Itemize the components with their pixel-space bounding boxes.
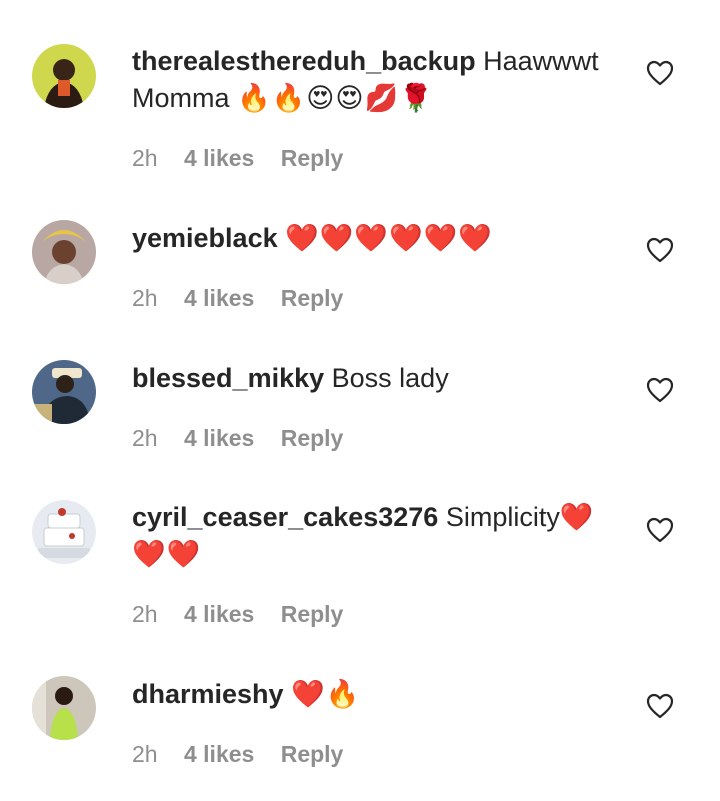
comment-message: Simplicity: [445, 502, 560, 532]
comment-meta: 2h 4 likes Reply: [132, 285, 363, 312]
avatar[interactable]: [32, 500, 96, 564]
comment-message: Boss lady: [331, 363, 449, 393]
comment-meta: 2h 4 likes Reply: [132, 741, 363, 768]
comment-likes[interactable]: 4 likes: [184, 145, 254, 171]
comment-meta: 2h 4 likes Reply: [132, 601, 363, 628]
avatar-image: [32, 676, 96, 740]
comment-text: yemieblack ❤️❤️❤️❤️❤️❤️: [132, 220, 612, 257]
avatar[interactable]: [32, 676, 96, 740]
comment-likes[interactable]: 4 likes: [184, 285, 254, 311]
avatar-image: [32, 44, 96, 108]
comment-meta: 2h 4 likes Reply: [132, 425, 363, 452]
avatar[interactable]: [32, 220, 96, 284]
avatar-image: [32, 500, 96, 564]
comment-time: 2h: [132, 285, 158, 311]
comment-username[interactable]: dharmieshy: [132, 679, 284, 709]
comment-time: 2h: [132, 145, 158, 171]
comment-emojis: ❤️❤️❤️❤️❤️❤️: [285, 223, 493, 254]
comment-text: therealesthereduh_backup Haawwwt Momma 🔥…: [132, 43, 612, 117]
avatar[interactable]: [32, 44, 96, 108]
comment-time: 2h: [132, 425, 158, 451]
heart-outline-icon[interactable]: [646, 517, 674, 543]
comment-emojis: 🔥🔥😍😍💋🌹: [237, 83, 434, 114]
heart-outline-icon[interactable]: [646, 60, 674, 86]
comment-time: 2h: [132, 741, 158, 767]
reply-button[interactable]: Reply: [281, 601, 344, 627]
comment-username[interactable]: therealesthereduh_backup: [132, 46, 476, 76]
comment-username[interactable]: blessed_mikky: [132, 363, 324, 393]
comment-text: dharmieshy ❤️🔥: [132, 676, 612, 713]
comment-likes[interactable]: 4 likes: [184, 741, 254, 767]
comment-likes[interactable]: 4 likes: [184, 601, 254, 627]
avatar-image: [32, 220, 96, 284]
comment-emojis: ❤️🔥: [291, 679, 361, 710]
reply-button[interactable]: Reply: [281, 285, 344, 311]
comment-likes[interactable]: 4 likes: [184, 425, 254, 451]
avatar[interactable]: [32, 360, 96, 424]
comment-username[interactable]: yemieblack: [132, 223, 278, 253]
reply-button[interactable]: Reply: [281, 425, 344, 451]
heart-outline-icon[interactable]: [646, 693, 674, 719]
comment-meta: 2h 4 likes Reply: [132, 145, 363, 172]
reply-button[interactable]: Reply: [281, 741, 344, 767]
comment-time: 2h: [132, 601, 158, 627]
comment-text: blessed_mikky Boss lady: [132, 360, 612, 397]
comment-username[interactable]: cyril_ceaser_cakes3276: [132, 502, 438, 532]
heart-outline-icon[interactable]: [646, 377, 674, 403]
comment-text: cyril_ceaser_cakes3276 Simplicity❤️❤️❤️: [132, 499, 612, 573]
reply-button[interactable]: Reply: [281, 145, 344, 171]
heart-outline-icon[interactable]: [646, 237, 674, 263]
avatar-image: [32, 360, 96, 424]
